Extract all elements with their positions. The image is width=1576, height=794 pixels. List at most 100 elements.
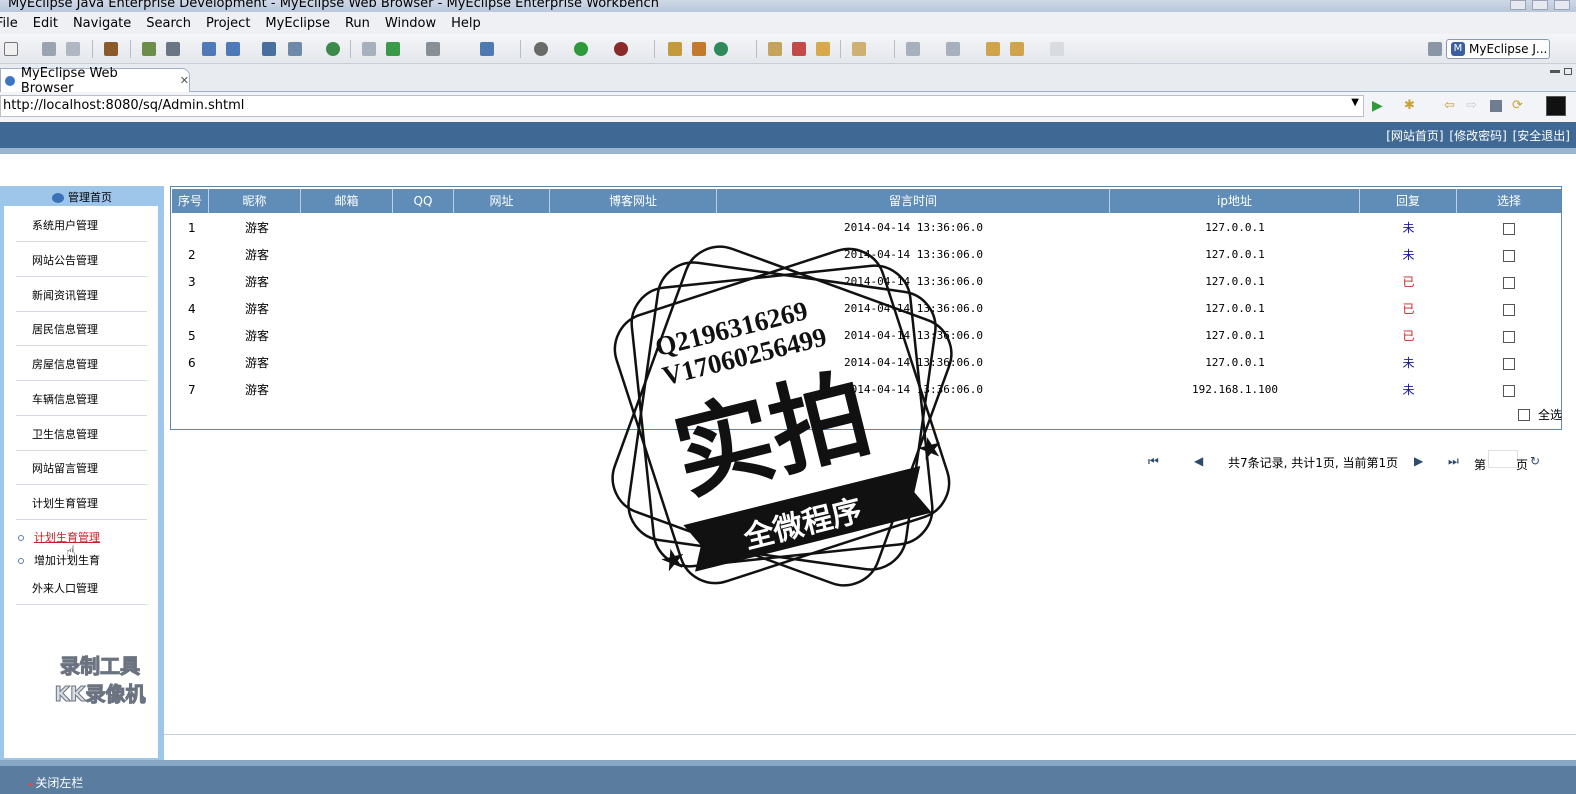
- add-icon[interactable]: [386, 42, 400, 56]
- refresh-icon[interactable]: [714, 42, 728, 56]
- forward-icon[interactable]: [1050, 42, 1064, 56]
- db-icon[interactable]: [262, 42, 276, 56]
- debug-server-icon[interactable]: [142, 42, 156, 56]
- menu-myeclipse[interactable]: MyEclipse: [265, 16, 330, 31]
- subitem-family-planning-manage[interactable]: 计划生育管理: [18, 529, 100, 545]
- close-window-button[interactable]: [1554, 0, 1570, 10]
- minimize-button[interactable]: [1510, 0, 1526, 10]
- close-left-panel-link[interactable]: 关闭左栏: [28, 774, 83, 791]
- url-input[interactable]: http://localhost:8080/sq/Admin.shtml ▼: [0, 95, 1364, 117]
- tab-web-browser[interactable]: MyEclipse Web Browser ✕: [0, 66, 190, 96]
- sidebar-item-family-planning[interactable]: 计划生育管理: [16, 490, 147, 520]
- cell-reply[interactable]: 未: [1360, 377, 1457, 403]
- cell-reply[interactable]: 已: [1360, 296, 1457, 322]
- open-type-icon[interactable]: [668, 42, 682, 56]
- browser-refresh-icon[interactable]: ⟳: [1512, 98, 1523, 113]
- menu-search[interactable]: Search: [146, 16, 191, 31]
- next-annotation-icon[interactable]: [906, 42, 920, 56]
- stop-icon[interactable]: [1490, 100, 1502, 112]
- cell-reply[interactable]: 未: [1360, 215, 1457, 241]
- page-number-input[interactable]: [1488, 450, 1518, 468]
- camera-icon[interactable]: [426, 42, 440, 56]
- globe-icon[interactable]: [326, 42, 340, 56]
- cell-reply[interactable]: 已: [1360, 323, 1457, 349]
- url-dropdown-icon[interactable]: ▼: [1351, 97, 1359, 108]
- menu-project[interactable]: Project: [206, 16, 250, 31]
- package-icon[interactable]: [104, 42, 118, 56]
- home-link[interactable]: [网站首页]: [1386, 129, 1443, 143]
- menu-window[interactable]: Window: [385, 16, 436, 31]
- last-page-icon[interactable]: ⏭: [1448, 454, 1459, 469]
- table-row: 3 游客 2014-04-14 13:36:06.0 127.0.0.1 已: [172, 269, 1561, 295]
- sidebar-head[interactable]: 管理首页: [0, 186, 164, 208]
- sidebar-item-migrants[interactable]: 外来人口管理: [16, 575, 147, 605]
- edit-icon[interactable]: [816, 42, 830, 56]
- select-all-checkbox[interactable]: [1517, 408, 1530, 421]
- row-checkbox[interactable]: [1503, 303, 1515, 316]
- row-checkbox[interactable]: [1503, 357, 1515, 370]
- cell-time: 2014-04-14 13:36:06.0: [843, 356, 984, 369]
- external-tools-icon[interactable]: [614, 42, 628, 56]
- perspective-switcher[interactable]: M MyEclipse J...: [1446, 39, 1550, 59]
- cell-reply[interactable]: 未: [1360, 350, 1457, 376]
- close-tab-icon[interactable]: ✕: [180, 74, 189, 87]
- new-wizard-icon[interactable]: [288, 42, 302, 56]
- menu-navigate[interactable]: Navigate: [73, 16, 131, 31]
- sidebar-item-vehicles[interactable]: 车辆信息管理: [16, 386, 147, 416]
- cell-reply[interactable]: 已: [1360, 269, 1457, 295]
- row-checkbox[interactable]: [1503, 330, 1515, 343]
- menu-run[interactable]: Run: [345, 16, 370, 31]
- sidebar-item-housing[interactable]: 房屋信息管理: [16, 351, 147, 381]
- browse-icon[interactable]: [226, 42, 240, 56]
- go-icon[interactable]: ▶: [1372, 98, 1383, 114]
- row-checkbox[interactable]: [1503, 249, 1515, 262]
- row-checkbox[interactable]: [1503, 222, 1515, 235]
- favorites-icon[interactable]: ✱: [1404, 98, 1415, 113]
- pin-icon[interactable]: [792, 42, 806, 56]
- first-page-icon[interactable]: ⏮: [1148, 454, 1159, 469]
- maximize-button[interactable]: [1532, 0, 1548, 10]
- cell-reply[interactable]: 未: [1360, 242, 1457, 268]
- open-perspective-icon[interactable]: [1428, 42, 1442, 56]
- run-icon[interactable]: [574, 42, 588, 56]
- row-checkbox[interactable]: [1503, 276, 1515, 289]
- change-password-link[interactable]: [修改密码]: [1449, 129, 1506, 143]
- new-icon[interactable]: [4, 42, 18, 56]
- subitem-family-planning-add[interactable]: 增加计划生育: [18, 552, 100, 568]
- next-page-icon[interactable]: ▶: [1414, 454, 1423, 468]
- tasks-icon[interactable]: [480, 42, 494, 56]
- menu-help[interactable]: Help: [451, 16, 481, 31]
- sidebar-item-news[interactable]: 新闻资讯管理: [16, 282, 147, 312]
- back-icon[interactable]: [1010, 42, 1024, 56]
- deploy-icon[interactable]: [202, 42, 216, 56]
- save-icon[interactable]: [42, 42, 56, 56]
- logout-link[interactable]: [安全退出]: [1513, 129, 1570, 143]
- prev-page-icon[interactable]: ◀: [1194, 454, 1203, 468]
- server-icon[interactable]: [166, 42, 180, 56]
- prev-annotation-icon[interactable]: [946, 42, 960, 56]
- row-checkbox[interactable]: [1503, 384, 1515, 397]
- sidebar-item-system-users[interactable]: 系统用户管理: [16, 212, 147, 242]
- open-resource-icon[interactable]: [692, 42, 706, 56]
- print-icon[interactable]: [66, 42, 80, 56]
- cut-icon[interactable]: [362, 42, 376, 56]
- browser-back-icon[interactable]: ⇦: [1444, 98, 1455, 113]
- cell-qq: [393, 296, 454, 322]
- folder-icon[interactable]: [768, 42, 782, 56]
- browser-forward-icon[interactable]: ⇨: [1466, 98, 1477, 113]
- menu-edit[interactable]: Edit: [33, 16, 58, 31]
- debug-icon[interactable]: [534, 42, 548, 56]
- cell-blog: [550, 350, 717, 376]
- minimize-view-icon[interactable]: [1550, 70, 1560, 73]
- console-icon[interactable]: [1546, 96, 1566, 116]
- cell-no: 7: [188, 383, 196, 397]
- open-folder-icon[interactable]: [852, 42, 866, 56]
- sidebar-item-announcements[interactable]: 网站公告管理: [16, 247, 147, 277]
- sidebar-item-residents[interactable]: 居民信息管理: [16, 316, 147, 346]
- maximize-view-icon[interactable]: [1564, 68, 1572, 75]
- menu-file[interactable]: File: [0, 16, 18, 31]
- last-edit-icon[interactable]: [986, 42, 1000, 56]
- go-page-icon[interactable]: ↻: [1530, 454, 1540, 468]
- sidebar-item-messages[interactable]: 网站留言管理: [16, 455, 147, 485]
- sidebar-item-health[interactable]: 卫生信息管理: [16, 421, 147, 451]
